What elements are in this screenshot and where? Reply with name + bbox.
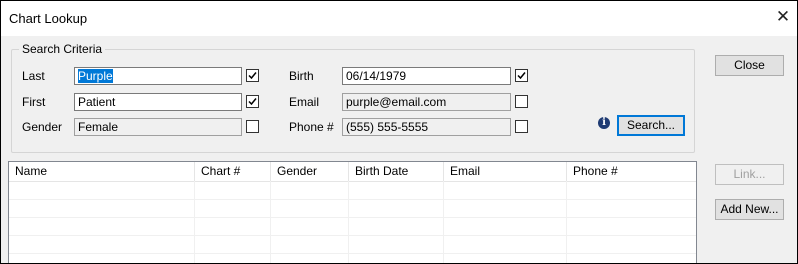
title-bar: Chart Lookup ✕ [1,1,797,36]
last-checkbox[interactable] [246,69,259,82]
email-checkbox[interactable] [515,95,528,108]
checkmark-icon [248,98,257,106]
add-new-button[interactable]: Add New... [715,199,784,220]
last-label: Last [22,69,45,83]
close-button[interactable]: Close [715,55,784,76]
close-icon[interactable]: ✕ [773,7,793,27]
birth-checkbox[interactable] [515,69,528,82]
column-chart-number[interactable]: Chart # [195,162,271,181]
table-row [9,218,696,236]
gender-label: Gender [22,120,63,134]
last-name-input[interactable]: Purple [74,67,242,85]
table-row [9,200,696,218]
results-list[interactable]: Name Chart # Gender Birth Date Email Pho… [8,161,697,263]
column-email[interactable]: Email [444,162,567,181]
phone-label: Phone # [289,120,334,134]
gender-checkbox[interactable] [246,120,259,133]
column-phone[interactable]: Phone # [567,162,696,181]
checkmark-icon [517,72,526,80]
phone-input[interactable]: (555) 555-5555 [342,118,511,136]
column-birth-date[interactable]: Birth Date [349,162,444,181]
last-name-value: Purple [78,69,113,83]
info-icon[interactable]: i [598,117,610,129]
column-name[interactable]: Name [9,162,195,181]
results-header: Name Chart # Gender Birth Date Email Pho… [9,162,696,182]
link-button[interactable]: Link... [715,164,784,185]
table-row [9,182,696,200]
birth-label: Birth [289,69,314,83]
window-title: Chart Lookup [9,11,88,26]
gender-input[interactable]: Female [74,118,242,136]
search-button[interactable]: Search... [617,115,685,136]
first-label: First [22,95,46,109]
birth-date-input[interactable]: 06/14/1979 [342,67,511,85]
checkmark-icon [248,72,257,80]
email-label: Email [289,95,320,109]
chart-lookup-window: Chart Lookup ✕ Search Criteria Last Purp… [0,0,798,264]
search-criteria-title: Search Criteria [19,42,106,56]
phone-checkbox[interactable] [515,120,528,133]
first-name-input[interactable]: Patient [74,93,242,111]
first-checkbox[interactable] [246,95,259,108]
table-row [9,236,696,254]
column-gender[interactable]: Gender [271,162,349,181]
email-input[interactable]: purple@email.com [342,93,511,111]
